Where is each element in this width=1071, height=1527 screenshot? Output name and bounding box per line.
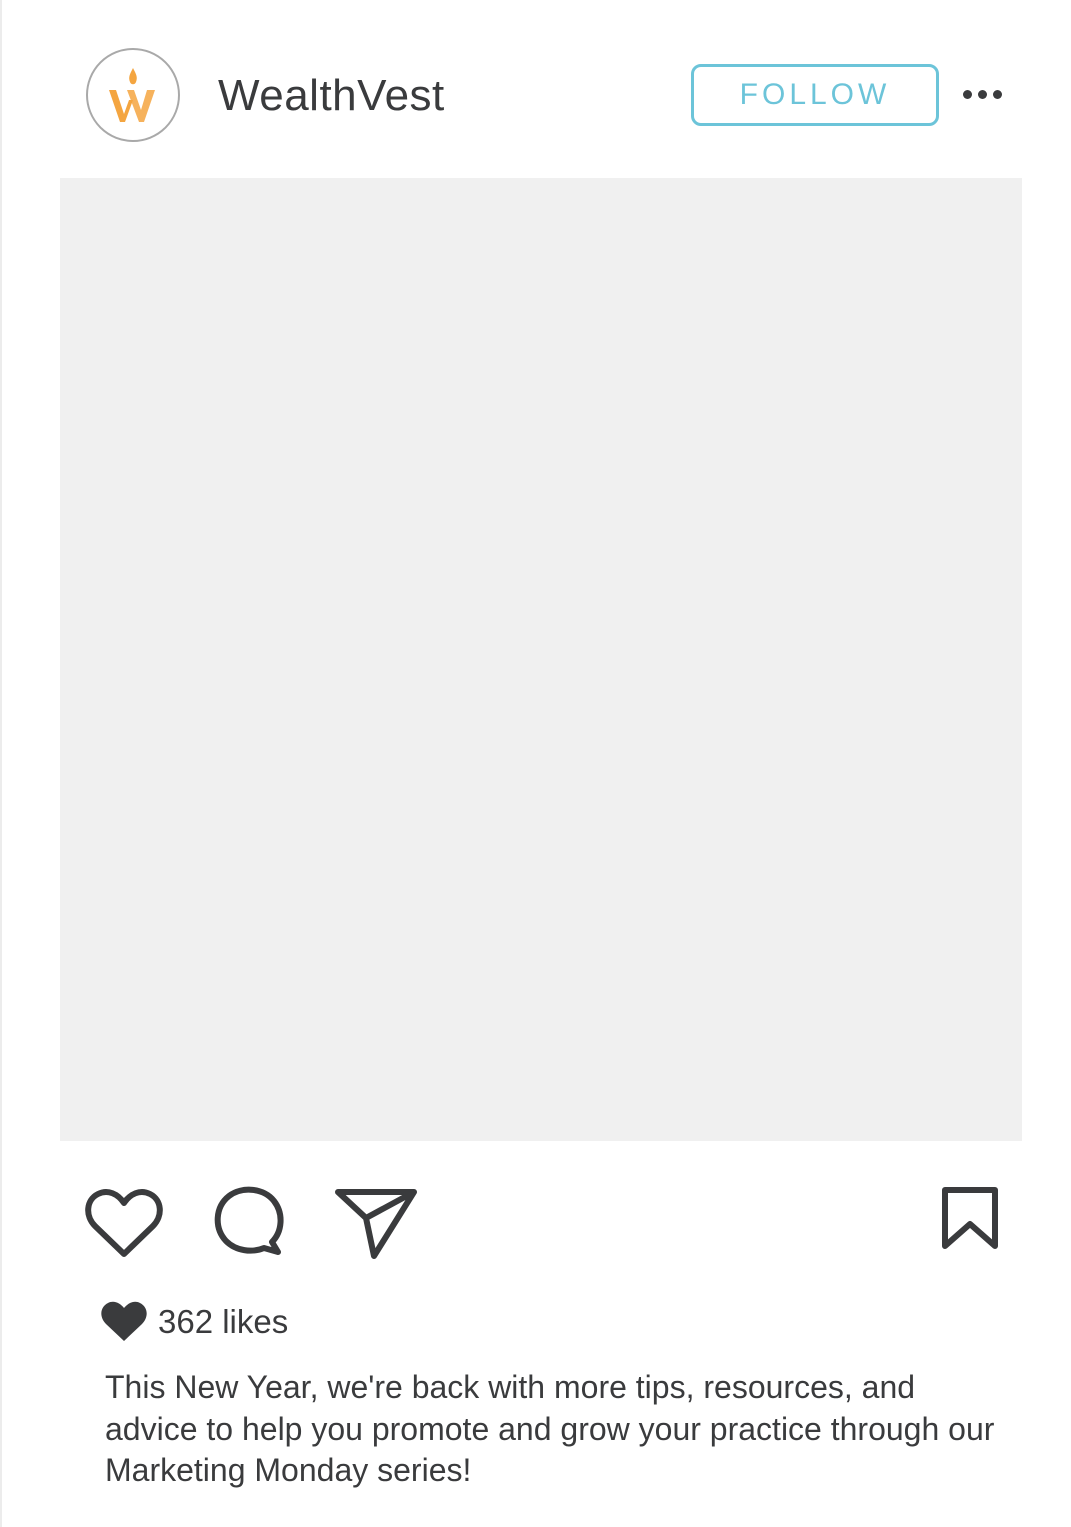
likes-count: 362 likes xyxy=(158,1303,289,1340)
more-horizontal-icon-dot xyxy=(992,89,1002,99)
post-image[interactable] xyxy=(60,178,1022,1141)
bookmark-icon[interactable] xyxy=(940,1186,1000,1252)
more-horizontal-icon-dot xyxy=(962,89,972,99)
paper-plane-icon[interactable] xyxy=(334,1186,418,1260)
heart-filled-icon xyxy=(101,1301,147,1341)
wealthvest-logo-icon: W xyxy=(109,68,155,122)
heart-outline-icon[interactable] xyxy=(83,1186,165,1260)
speech-bubble-icon[interactable] xyxy=(212,1184,286,1258)
account-username[interactable]: WealthVest xyxy=(218,68,445,124)
post-card: W WealthVest FOLLOW 362 likes This New Y… xyxy=(0,0,1071,1527)
likes-summary[interactable]: 362 likes xyxy=(100,1300,288,1344)
post-caption: This New Year, we're back with more tips… xyxy=(105,1369,995,1488)
more-options-button[interactable] xyxy=(958,80,1006,108)
more-horizontal-icon-dot xyxy=(977,89,987,99)
account-avatar[interactable]: W xyxy=(86,48,180,142)
follow-button[interactable]: FOLLOW xyxy=(691,64,939,126)
